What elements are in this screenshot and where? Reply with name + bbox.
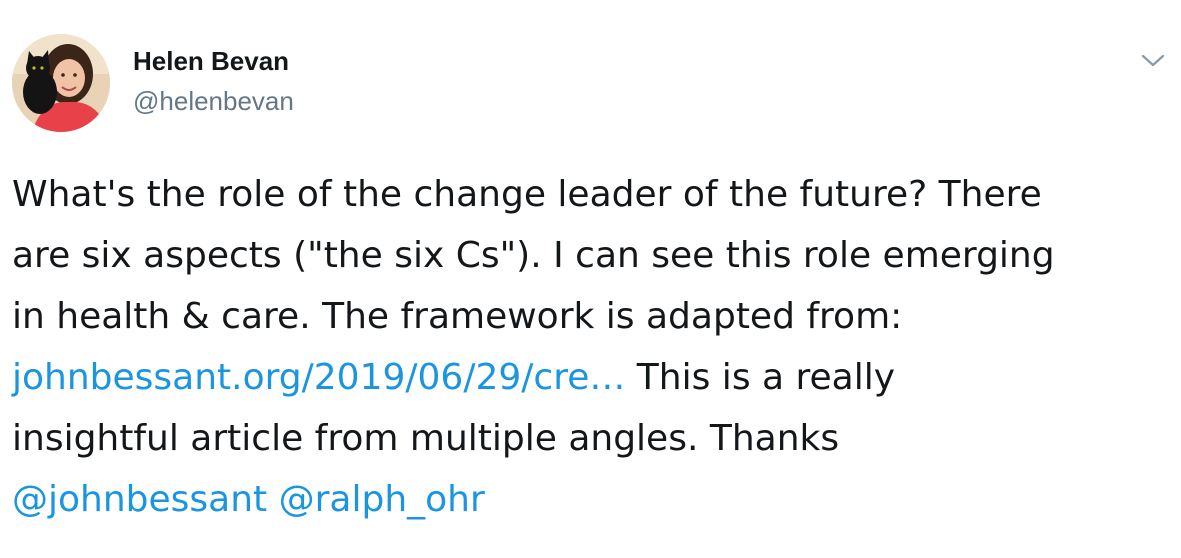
tweet-line-4-text: This is a really — [625, 357, 896, 398]
tweet-line-3: in health & care. The framework is adapt… — [12, 296, 903, 337]
author-name[interactable]: Helen Bevan — [133, 44, 294, 78]
article-link[interactable]: johnbessant.org/2019/06/29/cre… — [12, 357, 625, 398]
author-handle[interactable]: @helenbevan — [133, 84, 294, 118]
chevron-down-icon — [1141, 54, 1165, 67]
tweet-line-5: insightful article from multiple angles.… — [12, 418, 840, 459]
tweet-menu-button[interactable] — [1138, 46, 1168, 76]
tweet-line-6: @johnbessant @ralph_ohr — [12, 469, 1172, 530]
tweet-line-1: What's the role of the change leader of … — [12, 174, 1042, 215]
author-avatar[interactable] — [12, 34, 110, 132]
mention-ralph-ohr[interactable]: @ralph_ohr — [279, 479, 485, 520]
mention-johnbessant[interactable]: @johnbessant — [12, 479, 267, 520]
tweet-line-2: are six aspects ("the six Cs"). I can se… — [12, 235, 1055, 276]
tweet-line-4: johnbessant.org/2019/06/29/cre… This is … — [12, 347, 1172, 408]
tweet-card: Helen Bevan @helenbevan What's the role … — [0, 0, 1181, 558]
avatar-photo-icon — [12, 34, 110, 132]
tweet-text: What's the role of the change leader of … — [12, 164, 1172, 530]
author-block: Helen Bevan @helenbevan — [133, 44, 294, 118]
